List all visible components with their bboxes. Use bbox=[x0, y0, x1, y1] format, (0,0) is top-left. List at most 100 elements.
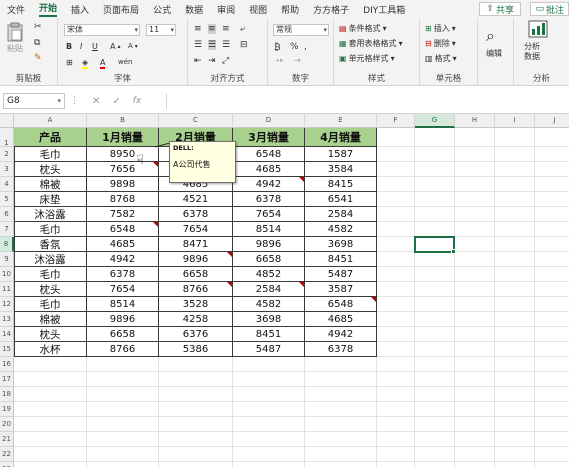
product-cell[interactable]: 沐浴露 bbox=[14, 207, 87, 222]
sales-cell[interactable]: 9898 bbox=[87, 177, 159, 192]
sales-cell[interactable]: 7654 bbox=[87, 282, 159, 297]
align-center-icon[interactable]: ☰ bbox=[208, 40, 217, 50]
font-color-button[interactable]: A bbox=[100, 58, 106, 69]
sales-cell[interactable]: 6658 bbox=[87, 327, 159, 342]
underline-button[interactable]: U bbox=[92, 42, 98, 51]
sales-cell[interactable]: 5487 bbox=[305, 267, 377, 282]
row-header[interactable]: 10 bbox=[0, 267, 14, 282]
format-cells-button[interactable]: ▥ 格式 ▾ bbox=[425, 53, 457, 64]
menu-tab[interactable]: 文件 bbox=[7, 3, 25, 16]
sales-cell[interactable]: 4942 bbox=[87, 252, 159, 267]
menu-tab[interactable]: 帮助 bbox=[281, 3, 299, 16]
sales-cell[interactable]: 7654 bbox=[159, 222, 233, 237]
sales-cell[interactable]: 8768 bbox=[87, 192, 159, 207]
product-cell[interactable]: 毛巾 bbox=[14, 267, 87, 282]
row-header[interactable]: 11 bbox=[0, 282, 14, 297]
sales-cell[interactable]: 6378 bbox=[305, 342, 377, 357]
sales-cell[interactable]: 9896 bbox=[233, 237, 305, 252]
select-all-corner[interactable] bbox=[0, 114, 14, 128]
menu-tab[interactable]: DIY工具箱 bbox=[363, 3, 405, 16]
row-header[interactable]: 6 bbox=[0, 207, 14, 222]
column-header[interactable]: F bbox=[377, 114, 415, 128]
font-name-combo[interactable]: 宋体 ▾ bbox=[64, 24, 140, 36]
format-painter-icon[interactable]: ✎ bbox=[34, 53, 42, 63]
conditional-format-button[interactable]: ▤ 条件格式 ▾ bbox=[339, 23, 387, 34]
column-header[interactable]: I bbox=[495, 114, 535, 128]
cancel-icon[interactable]: ✕ bbox=[92, 96, 100, 107]
product-cell[interactable]: 沐浴露 bbox=[14, 252, 87, 267]
menu-tab[interactable]: 审阅 bbox=[217, 3, 235, 16]
format-as-table-button[interactable]: ▦ 套用表格格式 ▾ bbox=[339, 38, 403, 49]
decrease-indent-icon[interactable]: ⇤ bbox=[194, 56, 202, 66]
italic-button[interactable]: I bbox=[80, 42, 82, 51]
table-header-cell[interactable]: 4月销量 bbox=[305, 128, 377, 147]
product-cell[interactable]: 水杯 bbox=[14, 342, 87, 357]
sales-cell[interactable]: 6541 bbox=[305, 192, 377, 207]
align-top-icon[interactable]: ≡ bbox=[194, 24, 202, 34]
sales-cell[interactable]: 3584 bbox=[305, 162, 377, 177]
cell-comment-popup[interactable]: DELL: A公司代售 bbox=[169, 141, 236, 183]
editing-button[interactable]: ⌕ bbox=[486, 26, 495, 46]
row-header[interactable]: 15 bbox=[0, 342, 14, 357]
column-header[interactable]: J bbox=[535, 114, 569, 128]
row-header[interactable]: 3 bbox=[0, 162, 14, 177]
fill-handle[interactable] bbox=[451, 249, 456, 254]
sales-cell[interactable]: 6376 bbox=[159, 327, 233, 342]
sales-cell[interactable]: 8950 bbox=[87, 147, 159, 162]
sales-cell[interactable]: 9896 bbox=[87, 312, 159, 327]
row-header[interactable]: 12 bbox=[0, 297, 14, 312]
row-header[interactable]: 4 bbox=[0, 177, 14, 192]
row-header[interactable]: 13 bbox=[0, 312, 14, 327]
bold-button[interactable]: B bbox=[66, 42, 72, 51]
increase-font-button[interactable]: A ▴ bbox=[110, 42, 121, 51]
font-size-combo[interactable]: 11 ▾ bbox=[146, 24, 176, 36]
row-header[interactable]: 8 bbox=[0, 237, 14, 252]
sales-cell[interactable]: 7582 bbox=[87, 207, 159, 222]
border-button[interactable]: ⊞ bbox=[66, 58, 73, 67]
sales-cell[interactable]: 3587 bbox=[305, 282, 377, 297]
menu-tab[interactable]: 页面布局 bbox=[103, 3, 139, 16]
row-header[interactable]: 5 bbox=[0, 192, 14, 207]
sales-cell[interactable]: 8451 bbox=[233, 327, 305, 342]
increase-indent-icon[interactable]: ⇥ bbox=[208, 56, 216, 66]
row-header[interactable]: 1 bbox=[0, 128, 14, 147]
fill-color-button[interactable]: ◈ bbox=[82, 58, 89, 69]
analyze-data-button[interactable] bbox=[528, 20, 548, 38]
column-header[interactable]: H bbox=[455, 114, 495, 128]
phonetic-button[interactable]: wén bbox=[118, 58, 132, 66]
worksheet-grid[interactable]: A B C D E F G H I J 1 2 3 4 5 6 7 8 9 10 11 12 13 14 15 16 17 18 19 2… bbox=[0, 114, 569, 467]
row-header[interactable]: 21 bbox=[0, 432, 14, 447]
product-cell[interactable]: 棉被 bbox=[14, 312, 87, 327]
sales-cell[interactable]: 2584 bbox=[233, 282, 305, 297]
product-cell[interactable]: 毛巾 bbox=[14, 147, 87, 162]
sales-cell[interactable]: 8766 bbox=[87, 342, 159, 357]
table-header-cell[interactable]: 产品 bbox=[14, 128, 87, 147]
row-header[interactable]: 9 bbox=[0, 252, 14, 267]
sales-cell[interactable]: 5386 bbox=[159, 342, 233, 357]
menu-tab[interactable]: 数据 bbox=[185, 3, 203, 16]
row-header[interactable]: 2 bbox=[0, 147, 14, 162]
sales-cell[interactable]: 4942 bbox=[305, 327, 377, 342]
menu-tab[interactable]: 插入 bbox=[71, 3, 89, 16]
more-options-icon[interactable]: ⋮ bbox=[70, 96, 79, 106]
product-cell[interactable]: 毛巾 bbox=[14, 297, 87, 312]
currency-icon[interactable]: ₿ bbox=[274, 42, 281, 53]
orientation-icon[interactable]: ⤢ bbox=[222, 56, 229, 66]
sales-cell[interactable]: 8514 bbox=[233, 222, 305, 237]
sales-cell[interactable]: 6548 bbox=[233, 147, 305, 162]
comma-button[interactable]: , bbox=[304, 42, 307, 52]
sales-cell[interactable]: 4852 bbox=[233, 267, 305, 282]
align-bottom-icon[interactable]: ≡ bbox=[222, 24, 230, 34]
sales-cell[interactable]: 6548 bbox=[305, 297, 377, 312]
row-header[interactable]: 18 bbox=[0, 387, 14, 402]
sales-cell[interactable]: 8514 bbox=[87, 297, 159, 312]
menu-tab[interactable]: 公式 bbox=[153, 3, 171, 16]
sales-cell[interactable]: 8415 bbox=[305, 177, 377, 192]
delete-cells-button[interactable]: ⊟ 删除 ▾ bbox=[425, 38, 456, 49]
column-header[interactable]: C bbox=[159, 114, 233, 128]
number-format-combo[interactable]: 常规 ▾ bbox=[273, 24, 329, 36]
active-cell-selection[interactable] bbox=[414, 236, 456, 254]
sales-cell[interactable]: 4258 bbox=[159, 312, 233, 327]
column-header[interactable]: E bbox=[305, 114, 377, 128]
merge-cells-icon[interactable]: ⊟ bbox=[240, 40, 248, 50]
